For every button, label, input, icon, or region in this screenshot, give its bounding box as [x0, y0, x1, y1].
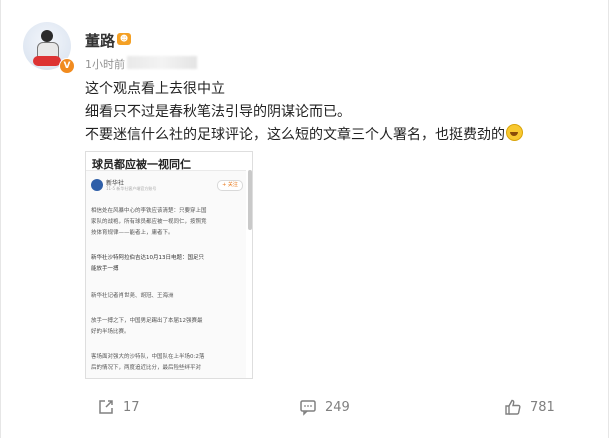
comment-count: 249 — [325, 399, 350, 415]
article-scrollbar — [248, 170, 252, 230]
post-line-3: 不要迷信什么社的足球评论，这么短的文章三个人署名，也挺费劲的 — [85, 124, 523, 144]
article-line: 家队的战袍，所有球员都应被一视同仁，按照竞 — [91, 219, 207, 225]
article-line: 后的情况下，两度追近比分，最后险些绊平对 — [91, 365, 202, 371]
article-line: 相信处在风暴中心的李铁应该清楚：只要穿上国 — [91, 208, 207, 214]
follow-button: + 关注 — [217, 180, 243, 191]
article-line: 新华社记者肖世尧、胡冠、王海洲 — [91, 293, 174, 299]
post-line-2: 细看只不过是春秋笔法引导的阴谋论而已。 — [85, 104, 351, 120]
article-line: 技体育规律——能者上，庸者下。 — [91, 230, 174, 236]
source-blurred — [127, 56, 197, 69]
post-line-3-text: 不要迷信什么社的足球评论，这么短的文章三个人署名，也挺费劲的 — [85, 127, 505, 143]
attached-image[interactable]: 球员都应被一视同仁 新华社 11-5 新华社客户端官方账号 + 关注 相信处在风… — [85, 151, 253, 379]
article-line: 客场面对强大的沙特队，中国队在上半场0:2落 — [91, 354, 205, 360]
post-line-1: 这个观点看上去很中立 — [85, 81, 225, 97]
article-line: 能放手一搏 — [91, 266, 119, 272]
article-line: 放手一搏之下，中国男足踢出了本届12强赛最 — [91, 318, 203, 324]
article-line: 新华社沙特阿拉伯吉达10月13日电题：国足只 — [91, 255, 204, 261]
article-line: 好的半场比赛。 — [91, 329, 130, 335]
verified-badge-icon: V — [59, 58, 75, 74]
laughing-emoji-icon — [506, 124, 523, 141]
share-count: 17 — [123, 399, 140, 415]
action-bar: 17 249 781 — [1, 390, 609, 424]
source-subtitle: 11-5 新华社客户端官方账号 — [106, 186, 157, 191]
avatar-figure-head — [41, 30, 53, 42]
comment-icon — [300, 400, 316, 416]
weibo-post-card: V 董路 ☻ 1小时前 这个观点看上去很中立 细看只不过是春秋笔法引导的阴谋论而… — [0, 0, 609, 438]
share-button[interactable]: 17 — [97, 398, 140, 416]
share-icon — [99, 400, 113, 414]
source-avatar — [91, 179, 103, 191]
like-button[interactable]: 781 — [504, 398, 555, 416]
thumbs-up-icon — [505, 399, 521, 415]
avatar-figure-vehicle — [33, 56, 61, 66]
like-count: 781 — [530, 399, 555, 415]
comment-button[interactable]: 249 — [299, 398, 350, 416]
post-time[interactable]: 1小时前 — [85, 56, 125, 72]
article-body: 新华社 11-5 新华社客户端官方账号 + 关注 相信处在风暴中心的李铁应该清楚… — [86, 170, 246, 378]
author-name[interactable]: 董路 — [85, 30, 115, 51]
vip-badge-icon[interactable]: ☻ — [117, 33, 131, 45]
